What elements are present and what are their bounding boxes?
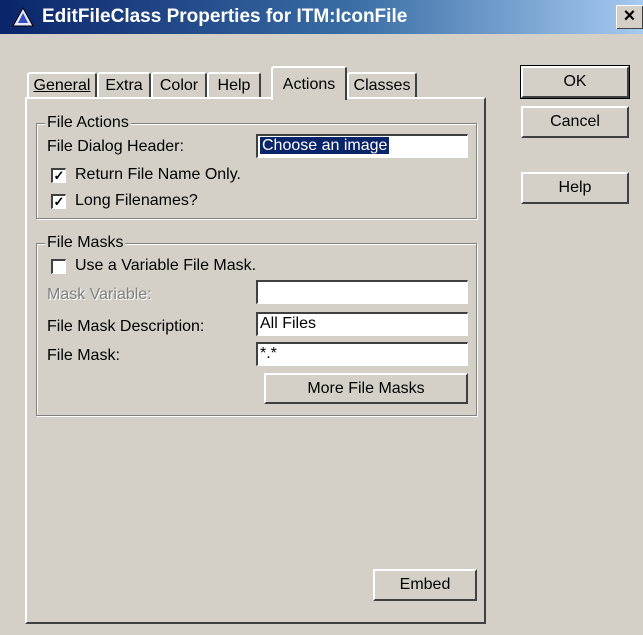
tab-label: General: [33, 77, 91, 94]
embed-button[interactable]: Embed: [373, 569, 477, 601]
close-icon: ×: [623, 5, 636, 27]
tab-classes[interactable]: Classes: [347, 72, 417, 98]
more-file-masks-label: More File Masks: [307, 380, 425, 397]
tab-label: Help: [217, 77, 251, 94]
close-button[interactable]: ×: [616, 5, 643, 29]
mask-description-value: All Files: [260, 315, 317, 332]
file-masks-legend: File Masks: [45, 233, 126, 253]
title-bar[interactable]: EditFileClass Properties for ITM:IconFil…: [0, 0, 643, 34]
help-button[interactable]: Help: [521, 172, 629, 204]
tab-label: Actions: [282, 76, 336, 93]
actions-panel: File Actions File Dialog Header: Choose …: [25, 97, 486, 624]
app-icon: [12, 6, 34, 27]
file-actions-legend: File Actions: [45, 113, 131, 133]
mask-description-field[interactable]: All Files: [256, 312, 468, 336]
tab-color[interactable]: Color: [151, 72, 207, 98]
mask-description-label: File Mask Description:: [47, 318, 205, 335]
file-mask-field[interactable]: *.*: [256, 342, 468, 366]
more-file-masks-button[interactable]: More File Masks: [264, 373, 468, 404]
tab-actions[interactable]: Actions: [271, 66, 347, 100]
long-filenames-checkbox[interactable]: ✓: [51, 194, 66, 209]
checkmark-icon: ✓: [53, 194, 65, 209]
tab-help[interactable]: Help: [207, 72, 261, 98]
ok-button[interactable]: OK: [520, 65, 630, 99]
long-filenames-label[interactable]: Long Filenames?: [75, 191, 198, 211]
file-dialog-header-value: Choose an image: [260, 137, 390, 154]
tab-general[interactable]: General: [27, 72, 97, 98]
return-filename-only-checkbox[interactable]: ✓: [51, 168, 66, 183]
cancel-label: Cancel: [550, 113, 600, 130]
file-mask-label: File Mask:: [47, 347, 120, 364]
tab-label: Classes: [353, 77, 411, 94]
file-dialog-header-label: File Dialog Header:: [47, 138, 184, 155]
checkmark-icon: ✓: [53, 168, 65, 183]
mask-variable-field[interactable]: [256, 280, 468, 304]
embed-label: Embed: [399, 576, 451, 593]
mask-variable-label: Mask Variable:: [47, 286, 152, 303]
help-label: Help: [558, 179, 592, 196]
ok-label: OK: [563, 73, 587, 90]
return-filename-only-label[interactable]: Return File Name Only.: [75, 165, 241, 185]
window-title: EditFileClass Properties for ITM:IconFil…: [42, 6, 408, 27]
tab-label: Color: [159, 77, 199, 94]
cancel-button[interactable]: Cancel: [521, 106, 629, 138]
tab-label: Extra: [105, 77, 143, 94]
use-variable-mask-checkbox[interactable]: [51, 259, 66, 274]
file-mask-value: *.*: [260, 345, 277, 362]
tab-extra[interactable]: Extra: [97, 72, 151, 98]
file-dialog-header-field[interactable]: Choose an image: [256, 134, 468, 158]
use-variable-mask-label[interactable]: Use a Variable File Mask.: [75, 256, 256, 276]
